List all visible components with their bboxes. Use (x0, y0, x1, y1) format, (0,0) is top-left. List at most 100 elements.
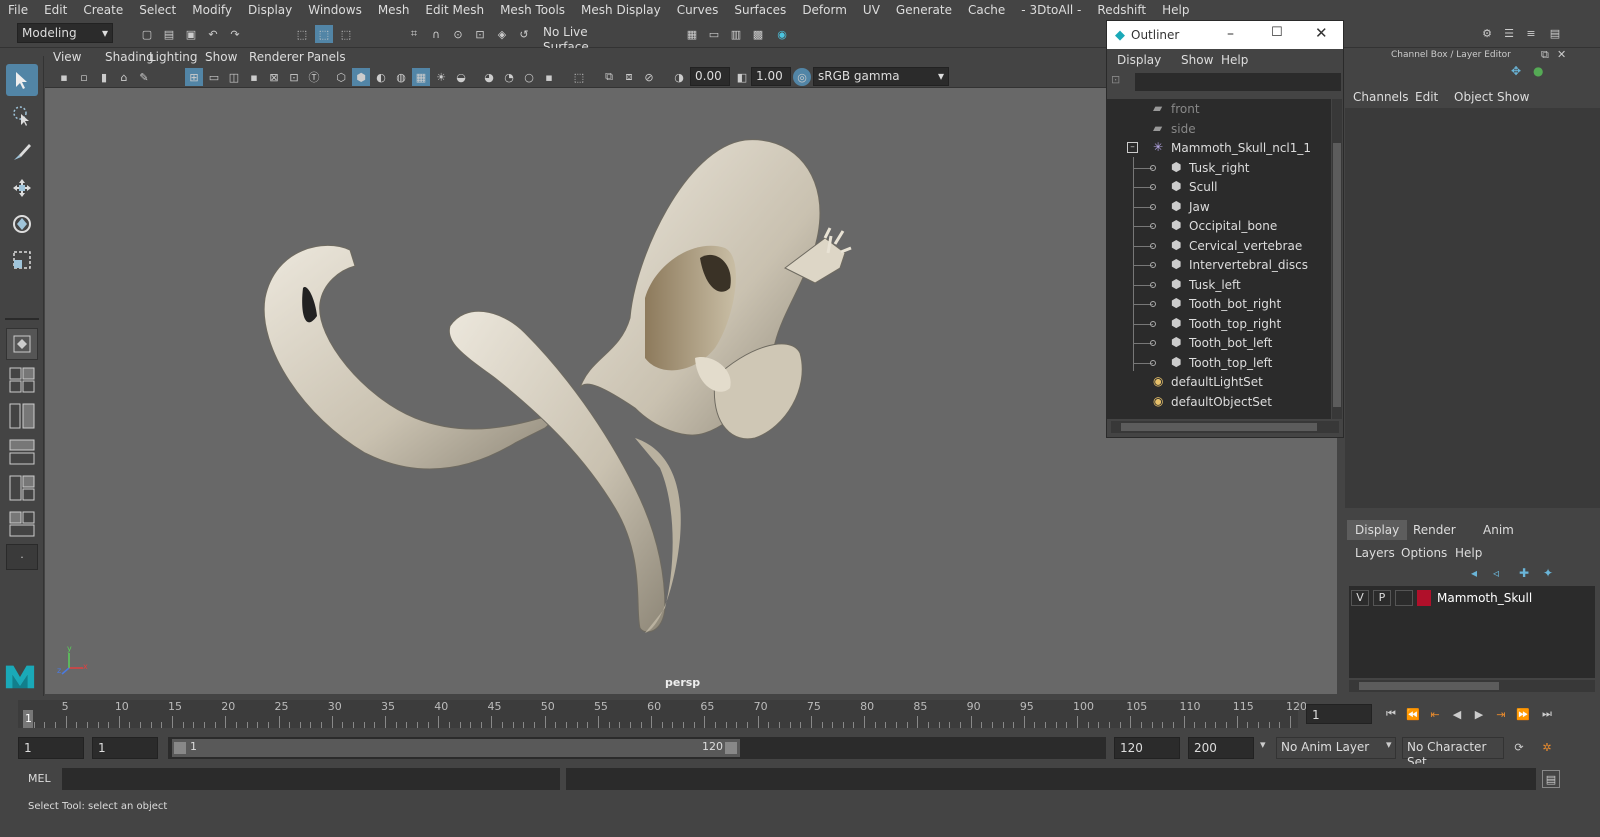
channel-box-menu-item[interactable]: Channels (1353, 90, 1409, 104)
save-scene-icon[interactable]: ▣ (182, 25, 200, 43)
layer-playback-toggle[interactable]: P (1373, 590, 1391, 606)
channel-keyed-icon[interactable]: ● (1533, 64, 1543, 78)
animation-start-field[interactable]: 1 (18, 737, 84, 759)
single-perspective-layout-icon[interactable] (6, 328, 38, 360)
gamma-icon[interactable]: ◧ (733, 68, 751, 86)
menu-item[interactable]: Generate (888, 3, 960, 17)
ipr-render-icon[interactable]: ▥ (727, 25, 745, 43)
layer-editor-tab[interactable]: Display (1347, 520, 1408, 540)
time-slider[interactable]: 5 10 15 20 25 30 35 40 45 50 55 60 65 70 75 80 85 90 95 100… (0, 696, 1600, 732)
select-hierarchy-icon[interactable]: ⬚ (293, 25, 311, 43)
menu-item[interactable]: Mesh Tools (492, 3, 573, 17)
range-slider-track[interactable]: 1 120 (168, 737, 1106, 759)
auto-key-icon[interactable]: ⟳ (1510, 738, 1528, 756)
menu-item[interactable]: UV (855, 3, 888, 17)
float-panel-icon[interactable]: ⧉ (1541, 48, 1549, 62)
scale-tool-icon[interactable] (6, 244, 38, 276)
channel-options-icon[interactable]: ✥ (1511, 64, 1521, 78)
resolution-gate-icon[interactable]: ◫ (225, 68, 243, 86)
menu-item[interactable]: Windows (300, 3, 370, 17)
anim-layer-dropdown[interactable]: No Anim Layer (1276, 737, 1396, 759)
lasso-tool-icon[interactable] (6, 100, 38, 132)
step-forward-icon[interactable]: ⏩ (1514, 705, 1532, 723)
range-end-handle[interactable] (725, 742, 737, 754)
outliner-filter-icon[interactable]: ⊡ (1111, 73, 1131, 91)
play-forward-icon[interactable]: ▶ (1470, 705, 1488, 723)
menu-item[interactable]: File (0, 3, 36, 17)
move-layer-down-icon[interactable]: ◃ (1493, 566, 1499, 580)
range-start-handle[interactable] (174, 742, 186, 754)
chevron-down-icon[interactable]: ▾ (1386, 738, 1392, 751)
playback-start-field[interactable]: 1 (92, 737, 158, 759)
mode-dropdown[interactable]: Modeling ▾ (17, 23, 113, 43)
channel-box-menu-item[interactable]: Show (1497, 90, 1529, 104)
wireframe-on-shaded-icon[interactable]: ◐ (372, 68, 390, 86)
outliner-menu-item[interactable]: Help (1221, 53, 1248, 67)
channel-box-close-icon[interactable]: ✕ (1557, 48, 1566, 61)
gamma-field[interactable]: 1.00 (751, 67, 791, 86)
layer-editor-menu-item[interactable]: Options (1401, 546, 1447, 560)
current-frame-field[interactable]: 1 (1306, 704, 1372, 724)
uv-layout-icon[interactable] (6, 508, 38, 540)
field-chart-icon[interactable]: ⊠ (265, 68, 283, 86)
more-layouts-icon[interactable]: · (6, 544, 38, 570)
outliner-hscroll-thumb[interactable] (1121, 423, 1317, 431)
new-layer-selected-icon[interactable]: ✦ (1543, 566, 1553, 580)
render-view-icon[interactable]: ▭ (705, 25, 723, 43)
xray-joints-icon[interactable]: ⧈ (620, 68, 638, 86)
chevron-down-icon[interactable]: ▾ (1260, 738, 1266, 751)
bookmark-icon[interactable]: ▮ (95, 68, 113, 86)
select-component-icon[interactable]: ⬚ (337, 25, 355, 43)
script-editor-icon[interactable]: ▤ (1542, 770, 1560, 788)
menu-item[interactable]: Help (1154, 3, 1197, 17)
snap-grid-icon[interactable]: ⌗ (405, 25, 423, 43)
move-layer-up-icon[interactable]: ◂ (1471, 566, 1477, 580)
menu-item[interactable]: Edit Mesh (417, 3, 492, 17)
panel-menu-item[interactable]: View (53, 50, 81, 64)
layer-display-type-toggle[interactable] (1395, 590, 1413, 606)
go-to-end-icon[interactable]: ⏭ (1538, 705, 1556, 723)
ambient-occlusion-icon[interactable]: ◕ (480, 68, 498, 86)
wireframe-icon[interactable]: ⬡ (332, 68, 350, 86)
menu-item[interactable]: Create (75, 3, 131, 17)
select-tool-icon[interactable] (6, 64, 38, 96)
lights-icon[interactable]: ☀ (432, 68, 450, 86)
film-gate-icon[interactable]: ▭ (205, 68, 223, 86)
panel-menu-item[interactable]: Lighting (149, 50, 198, 64)
snap-point-icon[interactable]: ⊙ (449, 25, 467, 43)
menu-item[interactable]: Deform (794, 3, 855, 17)
menu-item[interactable]: Curves (669, 3, 727, 17)
panel-menu-item[interactable]: Shading (105, 50, 154, 64)
step-back-icon[interactable]: ⏪ (1404, 705, 1422, 723)
color-management-icon[interactable]: ◎ (793, 68, 811, 86)
script-language-label[interactable]: MEL (28, 772, 51, 785)
depth-of-field-icon[interactable]: ▪ (540, 68, 558, 86)
persp-outliner-layout-icon[interactable] (6, 400, 38, 432)
make-live-icon[interactable]: ↺ (515, 25, 533, 43)
close-icon[interactable]: ✕ (1315, 24, 1328, 42)
grid-toggle-icon[interactable]: ⊞ (185, 68, 203, 86)
menu-item[interactable]: Redshift (1089, 3, 1154, 17)
outliner-menu-item[interactable]: Display (1117, 53, 1161, 67)
menu-item[interactable]: Edit (36, 3, 75, 17)
persp-graph-layout-icon[interactable] (6, 436, 38, 468)
tool-settings-icon[interactable]: ≡ (1522, 24, 1540, 42)
layer-editor-tab[interactable]: Render (1405, 520, 1464, 540)
four-view-layout-icon[interactable] (6, 364, 38, 396)
playback-end-field[interactable]: 120 (1114, 737, 1180, 759)
time-slider-track[interactable]: 5 10 15 20 25 30 35 40 45 50 55 60 65 70 75 80 85 90 95 100… (18, 700, 1307, 728)
channel-box-menu-item[interactable]: Object (1454, 90, 1493, 104)
outliner-vscroll-thumb[interactable] (1333, 143, 1341, 407)
outliner-menu-item[interactable]: Show (1181, 53, 1213, 67)
layer-color-swatch[interactable] (1417, 590, 1431, 606)
command-input[interactable] (62, 768, 560, 790)
xray-active-icon[interactable]: ⊘ (640, 68, 658, 86)
maximize-icon[interactable]: ☐ (1271, 25, 1283, 40)
rotate-tool-icon[interactable] (6, 208, 38, 240)
new-empty-layer-icon[interactable]: ✚ (1519, 566, 1529, 580)
channel-box-toggle-icon[interactable]: ▤ (1546, 24, 1564, 42)
menu-item[interactable]: Surfaces (726, 3, 794, 17)
character-set-dropdown[interactable]: No Character Set (1402, 737, 1504, 769)
step-forward-key-icon[interactable]: ⇥ (1492, 705, 1510, 723)
panel-menu-item[interactable]: Show (205, 50, 237, 64)
